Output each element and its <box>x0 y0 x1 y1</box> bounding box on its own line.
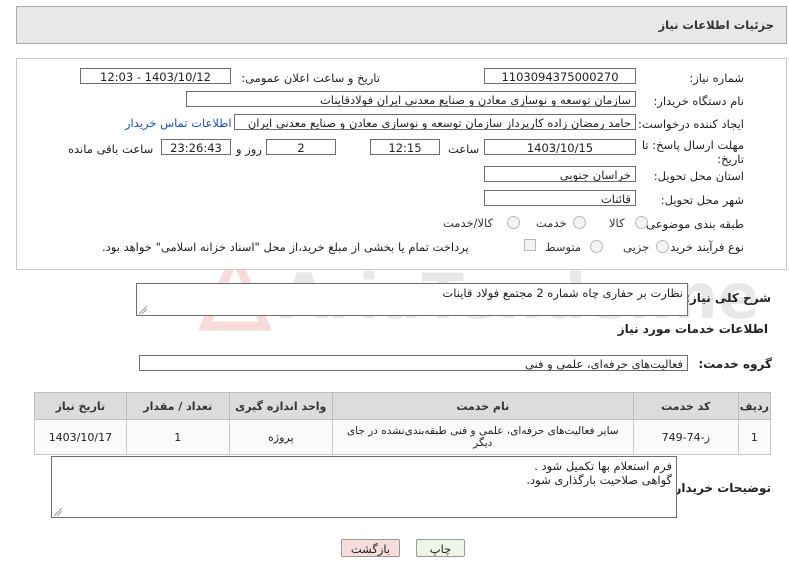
need-number-field: 1103094375000270 <box>484 68 636 84</box>
deadline-label: مهلت ارسال پاسخ: تا تاریخ: <box>641 138 744 166</box>
process-label: نوع فرآیند خرید : <box>662 240 744 254</box>
process-radio-medium[interactable] <box>590 240 603 253</box>
header-service-code: کد خدمت <box>632 392 739 420</box>
cell-row-number: 1 <box>737 419 772 455</box>
header-service-name: نام خدمت <box>331 392 634 420</box>
treasury-payment-checkbox[interactable] <box>524 239 536 251</box>
remaining-time-field: 23:26:43 <box>161 139 231 155</box>
need-number-label: شماره نیاز: <box>689 71 744 85</box>
page-header: جزئیات اطلاعات نیاز <box>16 6 787 44</box>
buyer-notes-label: توضیحات خریدار: <box>669 481 771 495</box>
category-option-goods-service: کالا/خدمت <box>443 216 494 230</box>
cell-quantity: 1 <box>125 419 230 455</box>
province-label: استان محل تحویل: <box>653 169 744 183</box>
category-option-goods: کالا <box>609 216 625 230</box>
summary-text: نظارت بر حفاری چاه شماره 2 مجتمع فولاد ق… <box>442 286 683 300</box>
treasury-payment-note: پرداخت تمام یا بخشی از مبلغ خرید،از محل … <box>102 240 469 254</box>
summary-textarea[interactable]: نظارت بر حفاری چاه شماره 2 مجتمع فولاد ق… <box>136 283 688 316</box>
table-header-row: ردیف کد خدمت نام خدمت واحد اندازه گیری ت… <box>34 392 772 420</box>
page-title: جزئیات اطلاعات نیاز <box>658 18 774 32</box>
deadline-date-field: 1403/10/15 <box>484 139 636 155</box>
print-button[interactable]: چاپ <box>416 539 465 557</box>
city-label: شهر محل تحویل: <box>660 193 744 207</box>
services-section-title: اطلاعات خدمات مورد نیاز <box>617 322 768 336</box>
creator-field: حامد رمضان زاده کارپرداز سازمان توسعه و … <box>234 114 636 130</box>
header-need-date: تاریخ نیاز <box>34 392 127 420</box>
process-option-medium: متوسط <box>545 240 582 254</box>
cell-service-code: ز-74-749 <box>632 419 739 455</box>
buyer-notes-line-1: فرم استعلام بها تکمیل شود . <box>534 459 672 473</box>
service-group-label: گروه خدمت: <box>698 357 772 371</box>
days-label: روز و <box>236 142 262 156</box>
buyer-org-field: سازمان توسعه و نوسازی معادن و صنایع معدن… <box>186 91 636 107</box>
cell-unit: پروژه <box>228 419 333 455</box>
remaining-days-field: 2 <box>266 139 336 155</box>
deadline-time-field: 12:15 <box>370 139 440 155</box>
resize-handle-icon[interactable] <box>139 306 147 314</box>
buyer-org-label: نام دستگاه خریدار: <box>653 94 744 108</box>
header-quantity: تعداد / مقدار <box>125 392 230 420</box>
buyer-contact-link[interactable]: اطلاعات تماس خریدار <box>125 116 232 130</box>
category-radio-goods-service[interactable] <box>507 216 520 229</box>
back-button[interactable]: بازگشت <box>341 539 400 557</box>
province-field: خراسان جنوبی <box>484 166 636 182</box>
resize-handle-icon[interactable] <box>54 508 62 516</box>
category-radio-goods[interactable] <box>635 216 648 229</box>
buyer-notes-textarea[interactable]: فرم استعلام بها تکمیل شود . گواهی صلاحیت… <box>51 456 677 518</box>
cell-service-name: سایر فعالیت‌های حرفه‌ای، علمی و فنی طبقه… <box>331 419 634 455</box>
service-group-field: فعالیت‌های حرفه‌ای، علمی و فنی <box>139 355 688 371</box>
announce-date-field: 1403/10/12 - 12:03 <box>80 68 231 84</box>
process-option-minor: جزیی <box>623 240 650 254</box>
table-row[interactable]: 1 ز-74-749 سایر فعالیت‌های حرفه‌ای، علمی… <box>34 419 772 455</box>
category-option-service: خدمت <box>536 216 567 230</box>
summary-label: شرح کلی نیاز: <box>685 291 771 305</box>
cell-need-date: 1403/10/17 <box>34 419 127 455</box>
category-radio-service[interactable] <box>573 216 586 229</box>
process-radio-minor[interactable] <box>656 240 669 253</box>
services-table: ردیف کد خدمت نام خدمت واحد اندازه گیری ت… <box>34 392 772 455</box>
city-field: قائنات <box>484 190 636 206</box>
creator-label: ایجاد کننده درخواست: <box>638 117 744 131</box>
buyer-notes-line-2: گواهی صلاحیت بارگذاری شود. <box>526 473 672 487</box>
remaining-time-label: ساعت باقی مانده <box>68 142 154 156</box>
header-row-number: ردیف <box>737 392 772 420</box>
deadline-time-label: ساعت <box>448 142 480 156</box>
announce-date-label: تاریخ و ساعت اعلان عمومی: <box>241 71 380 85</box>
category-label: طبقه بندی موضوعی: <box>642 217 744 231</box>
header-unit: واحد اندازه گیری <box>228 392 333 420</box>
